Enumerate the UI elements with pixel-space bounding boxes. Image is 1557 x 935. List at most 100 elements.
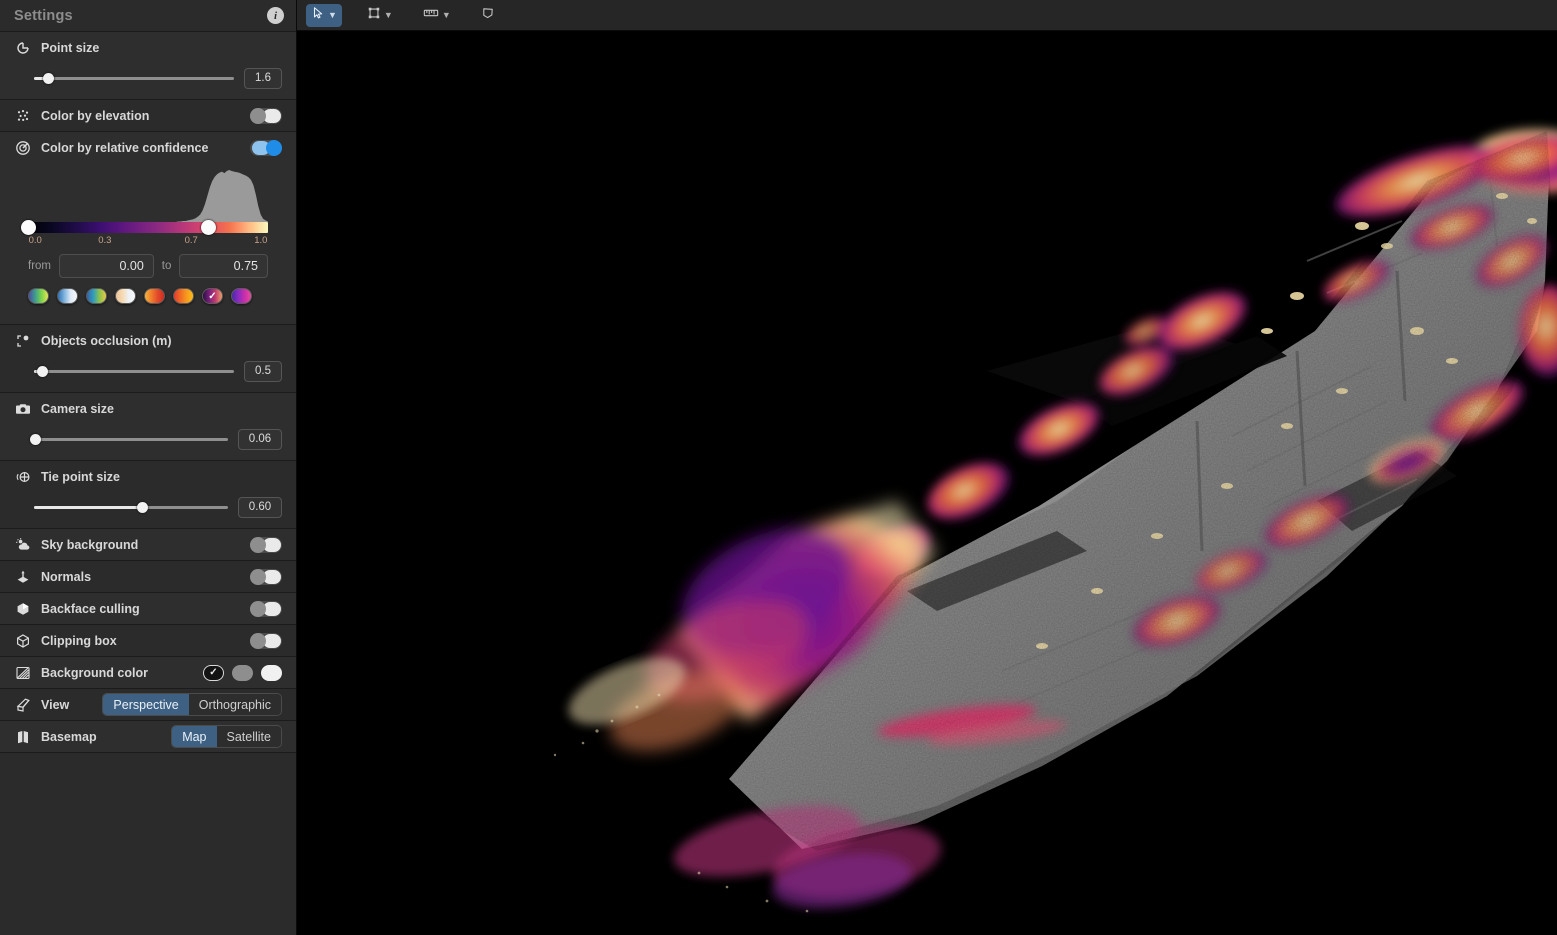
setting-label: View [41,698,92,712]
setting-camera-size: Camera size 0.06 [0,392,296,460]
cloud-sun-icon [14,536,31,553]
tick-label: 0.0 [29,235,42,246]
camera-icon [14,400,31,417]
chevron-down-icon[interactable]: ▼ [384,10,393,20]
setting-label: Background color [41,666,193,680]
perspective-icon [14,696,31,713]
polygon-icon [481,6,495,25]
backface-culling-toggle[interactable] [250,601,282,617]
viewport[interactable]: ▼ ▼ [297,0,1557,935]
basemap-segmented: Map Satellite [171,725,282,748]
check-icon: ✓ [203,289,222,303]
crop-tool-button[interactable]: ▼ [362,4,398,27]
setting-normals: Normals [0,560,296,592]
bg-color-grey[interactable] [232,665,253,681]
colormap-swatch-blues[interactable] [57,288,78,304]
to-label: to [162,260,172,272]
confidence-histogram [28,165,268,222]
setting-label: Sky background [41,538,240,552]
crop-icon [367,6,381,25]
dots-icon [14,107,31,124]
setting-label: Backface culling [41,602,240,616]
point-size-icon [14,39,31,56]
tick-label: 0.3 [98,235,111,246]
polygon-tool-button[interactable] [476,4,500,27]
colormap-swatch-red-orange[interactable] [173,288,194,304]
ruler-icon [423,6,439,25]
select-tool-button[interactable]: ▼ [306,4,342,27]
clipping-box-toggle[interactable] [250,633,282,649]
objects-occlusion-value[interactable]: 0.5 [244,361,282,382]
sidebar-filler [0,752,296,935]
colormap-swatch-teal-gold[interactable] [86,288,107,304]
setting-label: Normals [41,570,240,584]
range-high-knob[interactable] [201,220,216,235]
point-cloud-canvas[interactable] [297,31,1557,935]
cursor-icon [311,6,325,25]
gradient-icon [14,664,31,681]
chevron-down-icon[interactable]: ▼ [442,10,451,20]
measure-tool-button[interactable]: ▼ [418,4,456,27]
setting-objects-occlusion: Objects occlusion (m) 0.5 [0,324,296,392]
slider-knob[interactable] [137,502,148,513]
setting-label: Clipping box [41,634,240,648]
slider-knob[interactable] [30,434,41,445]
bg-color-white[interactable] [261,665,282,681]
cube-icon [14,632,31,649]
setting-sky-background: Sky background [0,528,296,560]
range-low-knob[interactable] [21,220,36,235]
objects-occlusion-slider[interactable] [34,370,234,373]
setting-clipping-box: Clipping box [0,624,296,656]
colormap-swatch-peach-white[interactable] [115,288,136,304]
basemap-option-satellite[interactable]: Satellite [217,726,281,747]
setting-label: Point size [41,41,282,55]
normals-icon [14,568,31,585]
setting-color-by-elevation: Color by elevation [0,99,296,131]
setting-label: Camera size [41,402,282,416]
view-option-perspective[interactable]: Perspective [103,694,188,715]
occlusion-icon [14,332,31,349]
setting-tie-point-size: Tie point size 0.60 [0,460,296,528]
slider-knob[interactable] [43,73,54,84]
colormap-swatches: ✓ [14,286,282,314]
point-cloud-render [297,31,1557,935]
tie-point-size-value[interactable]: 0.60 [238,497,282,518]
tie-point-icon [14,468,31,485]
colormap-swatch-viridis-like[interactable] [28,288,49,304]
view-mode-segmented: Perspective Orthographic [102,693,282,716]
sidebar-header: Settings i [0,0,296,31]
basemap-option-map[interactable]: Map [172,726,216,747]
color-by-confidence-toggle[interactable] [250,140,282,156]
range-from-input[interactable]: 0.00 [59,254,154,278]
slider-knob[interactable] [37,366,48,377]
range-to-input[interactable]: 0.75 [179,254,268,278]
setting-background-color: Background color ✓ [0,656,296,688]
confidence-tick-labels: 0.0 0.3 0.7 1.0 [28,235,268,250]
normals-toggle[interactable] [250,569,282,585]
viewport-toolbar: ▼ ▼ [297,0,1557,31]
bg-color-dark[interactable]: ✓ [203,665,224,681]
from-label: from [28,260,51,272]
camera-size-value[interactable]: 0.06 [238,429,282,450]
setting-label: Basemap [41,730,161,744]
setting-label: Color by relative confidence [41,141,240,155]
setting-color-by-confidence: Color by relative confidence 0.0 [0,131,296,324]
info-icon[interactable]: i [267,7,284,24]
colormap-swatch-magma[interactable]: ✓ [202,288,223,304]
sky-background-toggle[interactable] [250,537,282,553]
point-size-value[interactable]: 1.6 [244,68,282,89]
settings-sidebar: Settings i Point size 1.6 [0,0,297,935]
colormap-swatch-yellow-red[interactable] [144,288,165,304]
setting-label: Tie point size [41,470,282,484]
colormap-swatch-purple-magenta[interactable] [231,288,252,304]
target-icon [14,139,31,156]
view-option-orthographic[interactable]: Orthographic [189,694,281,715]
setting-view: View Perspective Orthographic [0,688,296,720]
setting-basemap: Basemap Map Satellite [0,720,296,752]
chevron-down-icon[interactable]: ▼ [328,10,337,20]
tie-point-size-slider[interactable] [34,506,228,509]
color-by-elevation-toggle[interactable] [250,108,282,124]
point-size-slider[interactable] [34,77,234,80]
camera-size-slider[interactable] [34,438,228,441]
confidence-gradient-slider[interactable] [28,222,268,233]
